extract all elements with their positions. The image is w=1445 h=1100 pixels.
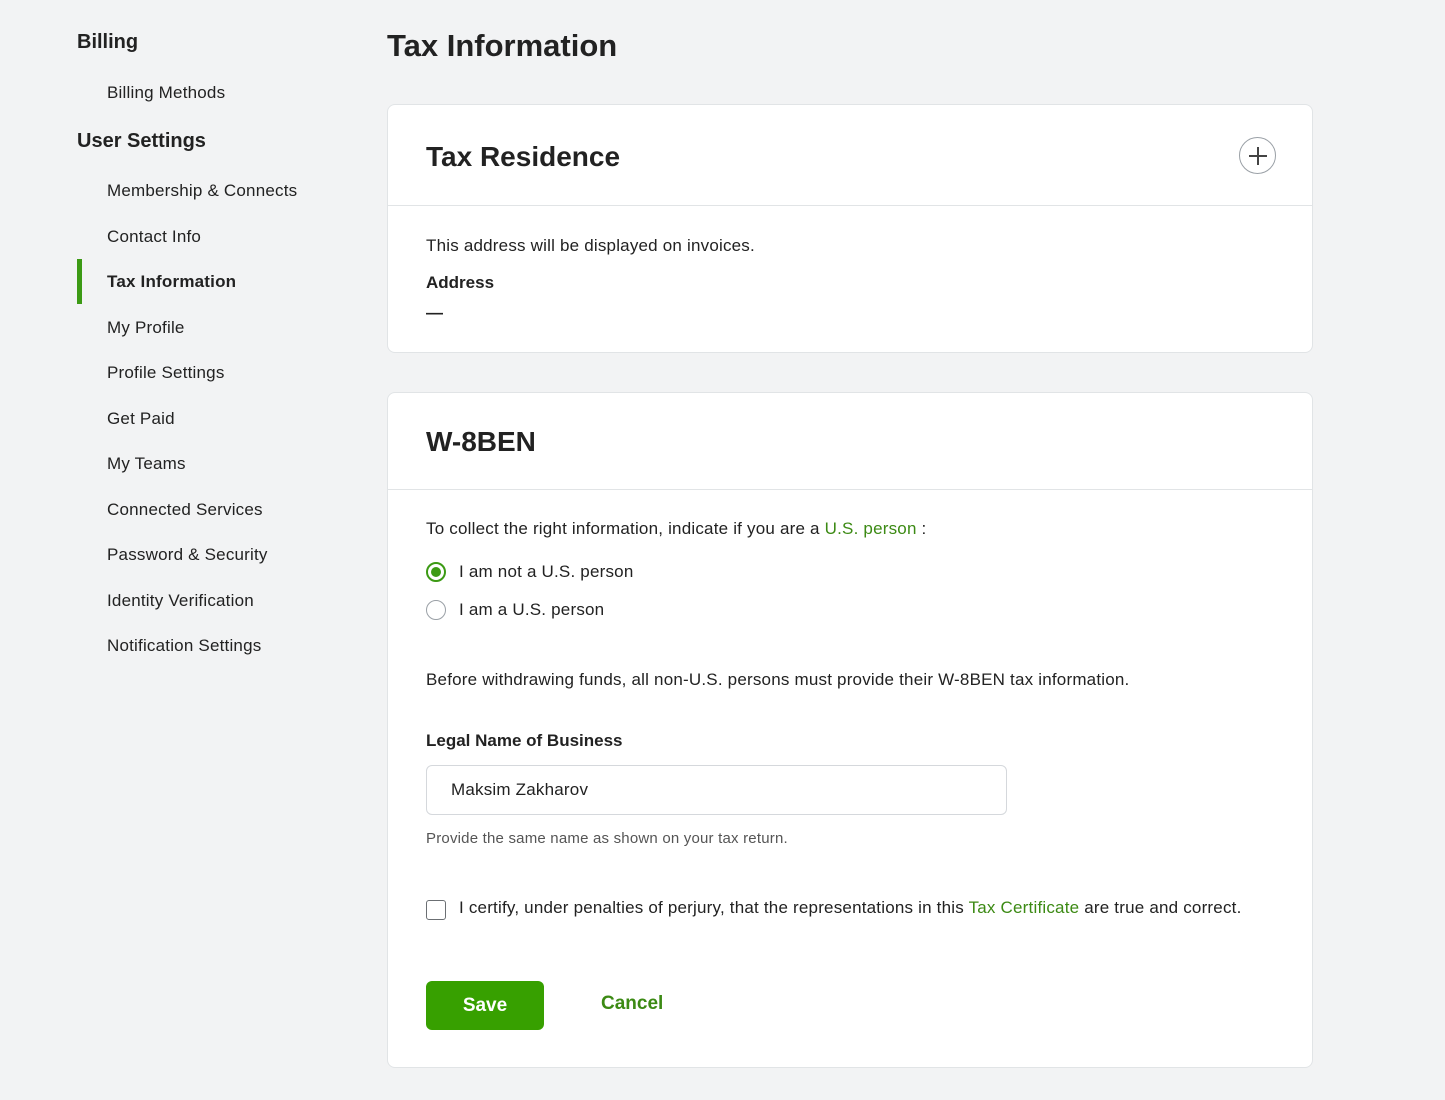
sidebar-item-password-security[interactable]: Password & Security <box>107 545 268 565</box>
page-title: Tax Information <box>387 28 618 63</box>
certify-text: I certify, under penalties of perjury, t… <box>459 899 1279 917</box>
sidebar-item-membership-connects[interactable]: Membership & Connects <box>107 181 297 201</box>
w8ben-notice: Before withdrawing funds, all non-U.S. p… <box>426 670 1130 689</box>
w8ben-header: W-8BEN <box>388 393 1312 490</box>
tax-residence-title: Tax Residence <box>426 141 621 172</box>
legal-name-label: Legal Name of Business <box>426 731 623 750</box>
sidebar-item-contact-info[interactable]: Contact Info <box>107 227 201 247</box>
user-settings-group-title: User Settings <box>77 130 206 152</box>
tax-certificate-link[interactable]: Tax Certificate <box>969 898 1080 917</box>
sidebar-item-billing-methods[interactable]: Billing Methods <box>107 83 225 103</box>
billing-group-title: Billing <box>77 31 139 53</box>
certify-checkbox[interactable] <box>426 900 446 920</box>
legal-name-input[interactable] <box>426 765 1007 815</box>
certify-text-prefix: I certify, under penalties of perjury, t… <box>459 898 964 917</box>
tax-residence-description: This address will be displayed on invoic… <box>426 236 755 255</box>
radio-us-person[interactable] <box>426 600 446 620</box>
us-person-link[interactable]: U.S. person <box>825 519 917 538</box>
sidebar-item-tax-information[interactable]: Tax Information <box>107 272 236 292</box>
sidebar-item-connected-services[interactable]: Connected Services <box>107 500 263 520</box>
w8ben-title: W-8BEN <box>426 426 536 457</box>
us-person-prompt: To collect the right information, indica… <box>426 519 926 539</box>
tax-residence-card: Tax Residence This address will be displ… <box>387 104 1313 353</box>
save-button[interactable]: Save <box>426 981 544 1030</box>
certify-text-suffix: are true and correct. <box>1084 898 1242 917</box>
us-person-prompt-text: To collect the right information, indica… <box>426 519 820 538</box>
address-label: Address <box>426 273 495 292</box>
radio-us-person-label[interactable]: I am a U.S. person <box>459 600 604 620</box>
sidebar-item-identity-verification[interactable]: Identity Verification <box>107 591 254 611</box>
radio-not-us-person[interactable] <box>426 562 446 582</box>
sidebar-item-my-teams[interactable]: My Teams <box>107 454 186 474</box>
radio-not-us-person-label[interactable]: I am not a U.S. person <box>459 562 633 582</box>
active-indicator <box>77 259 82 304</box>
sidebar-item-get-paid[interactable]: Get Paid <box>107 409 175 429</box>
sidebar-item-profile-settings[interactable]: Profile Settings <box>107 363 225 383</box>
add-tax-residence-button[interactable] <box>1239 137 1276 174</box>
us-person-prompt-suffix: : <box>921 519 927 538</box>
w8ben-card: W-8BEN To collect the right information,… <box>387 392 1313 1068</box>
address-value: — <box>426 303 443 322</box>
tax-residence-header: Tax Residence <box>388 105 1312 206</box>
sidebar-item-my-profile[interactable]: My Profile <box>107 318 185 338</box>
legal-name-helper: Provide the same name as shown on your t… <box>426 830 788 847</box>
cancel-button[interactable]: Cancel <box>601 993 663 1015</box>
sidebar-item-notification-settings[interactable]: Notification Settings <box>107 636 261 656</box>
